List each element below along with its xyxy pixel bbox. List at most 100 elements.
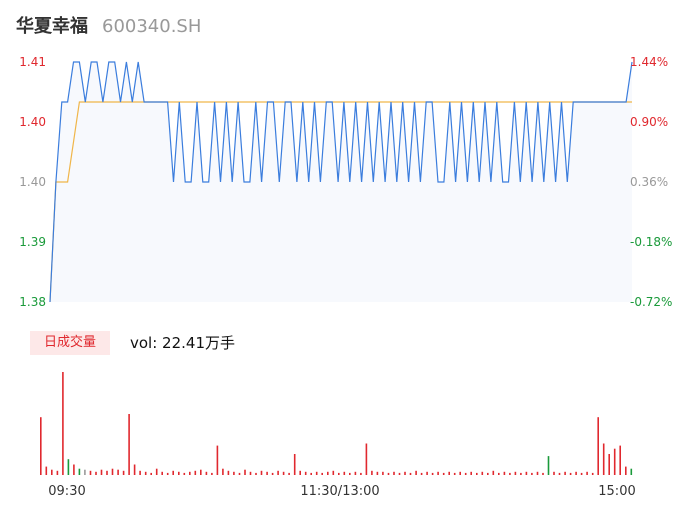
- volume-bar: [150, 472, 152, 475]
- price-tick-label: 1.39: [19, 235, 46, 249]
- volume-bar: [509, 472, 511, 475]
- price-area-fill: [50, 62, 632, 302]
- volume-bar: [464, 472, 467, 475]
- volume-bar: [304, 471, 307, 475]
- volume-bar: [409, 472, 412, 475]
- daily-volume-tag[interactable]: 日成交量: [30, 331, 110, 355]
- volume-bar: [183, 472, 186, 475]
- volume-bar: [613, 448, 616, 475]
- percent-tick-label: 0.90%: [630, 115, 668, 129]
- volume-bar: [360, 472, 362, 475]
- volume-bar: [437, 471, 439, 475]
- volume-bar: [591, 472, 594, 475]
- volume-bar: [299, 470, 301, 475]
- volume-bar: [602, 443, 605, 475]
- volume-bar: [332, 470, 335, 475]
- volume-readout: vol: 22.41万手: [130, 331, 235, 355]
- volume-bar: [625, 466, 627, 475]
- volume-bar: [161, 471, 163, 475]
- percent-tick-label: -0.18%: [630, 235, 672, 249]
- volume-bar: [393, 471, 395, 475]
- volume-bar: [178, 471, 180, 475]
- volume-bar: [293, 454, 296, 475]
- volume-bar: [619, 445, 621, 475]
- volume-bar: [481, 471, 484, 475]
- volume-bar: [249, 471, 252, 475]
- volume-bar: [222, 468, 224, 475]
- volume-bar: [630, 468, 633, 475]
- volume-bar: [238, 472, 241, 475]
- volume-bar: [492, 470, 495, 475]
- volume-bar: [536, 471, 539, 475]
- price-tick-label: 1.38: [19, 295, 46, 309]
- price-tick-label: 1.41: [19, 55, 46, 69]
- volume-value: 22.41万手: [162, 334, 235, 352]
- volume-bar: [144, 471, 147, 475]
- volume-bar: [376, 471, 379, 475]
- volume-bar: [597, 417, 599, 475]
- volume-bar: [547, 456, 550, 475]
- volume-bar: [111, 468, 114, 475]
- volume-bar: [476, 472, 478, 475]
- volume-bar: [453, 472, 456, 475]
- volume-bar: [56, 470, 59, 475]
- volume-bar: [227, 470, 230, 475]
- volume-bar: [211, 472, 213, 475]
- volume-bar: [327, 471, 329, 475]
- volume-bar: [531, 472, 533, 475]
- volume-bar: [106, 470, 108, 475]
- volume-prefix: vol:: [130, 334, 163, 352]
- volume-bar: [542, 472, 544, 475]
- price-tick-label: 1.40: [19, 175, 46, 189]
- volume-bar: [277, 470, 279, 475]
- volume-bar: [200, 469, 202, 475]
- volume-bar: [139, 470, 141, 475]
- volume-bar: [349, 472, 351, 475]
- volume-bar: [514, 471, 517, 475]
- volume-bar: [426, 471, 428, 475]
- volume-bar: [459, 471, 461, 475]
- volume-bar: [122, 470, 125, 475]
- volume-bar: [128, 414, 130, 475]
- volume-bar: [266, 471, 268, 475]
- volume-bar: [404, 471, 406, 475]
- volume-bar: [194, 470, 197, 475]
- volume-bar: [233, 471, 235, 475]
- volume-bar: [84, 469, 86, 475]
- volume-bar: [498, 472, 500, 475]
- intraday-chart: 1.41 1.40 1.40 1.39 1.38 1.44% 0.90% 0.36% -0.18…: [19, 55, 672, 499]
- price-tick-label: 1.40: [19, 115, 46, 129]
- volume-bar: [216, 445, 219, 475]
- volume-bar: [62, 372, 64, 475]
- volume-bar: [365, 443, 368, 475]
- volume-bar: [166, 472, 169, 475]
- volume-bar: [40, 417, 42, 475]
- volume-bar: [271, 472, 274, 475]
- volume-bar: [172, 470, 174, 475]
- volume-bar: [205, 471, 208, 475]
- volume-bar: [100, 469, 103, 475]
- percent-tick-label: 0.36%: [630, 175, 668, 189]
- volume-bar: [470, 471, 472, 475]
- percent-tick-label: -0.72%: [630, 295, 672, 309]
- volume-bar: [553, 471, 555, 475]
- time-tick-label: 09:30: [48, 484, 85, 499]
- volume-bar: [155, 468, 158, 475]
- volume-bar: [67, 459, 70, 475]
- volume-bar: [448, 471, 450, 475]
- volume-bar: [431, 472, 434, 475]
- volume-bar: [580, 472, 583, 475]
- volume-bar: [569, 472, 572, 475]
- volume-bar: [288, 472, 290, 475]
- volume-bar: [45, 466, 48, 475]
- volume-bar: [260, 470, 263, 475]
- time-tick-label: 11:30/13:00: [300, 484, 379, 499]
- volume-bar: [398, 472, 401, 475]
- volume-bar: [321, 472, 323, 475]
- percent-tick-label: 1.44%: [630, 55, 668, 69]
- volume-bar: [189, 471, 191, 475]
- volume-bar: [343, 471, 346, 475]
- volume-bar: [73, 464, 75, 475]
- volume-bar: [78, 468, 81, 475]
- volume-bar: [415, 470, 417, 475]
